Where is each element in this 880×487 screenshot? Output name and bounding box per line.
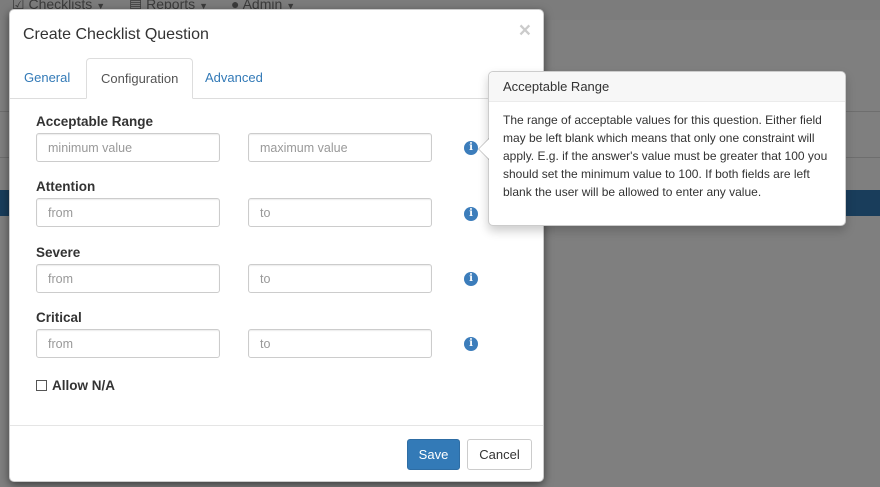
acceptable-range-min-input[interactable] (36, 133, 220, 162)
attention-to-input[interactable] (248, 198, 432, 227)
popover-title: Acceptable Range (489, 72, 845, 102)
modal-footer-divider (10, 425, 543, 426)
allow-na-row[interactable]: Allow N/A (36, 378, 115, 393)
info-icon[interactable]: i (464, 141, 478, 155)
attention-label: Attention (36, 179, 96, 194)
create-question-modal: Create Checklist Question × General Conf… (9, 9, 544, 482)
tab-bar: General Configuration Advanced (10, 58, 543, 99)
info-icon[interactable]: i (464, 337, 478, 351)
info-popover: Acceptable Range The range of acceptable… (478, 71, 846, 226)
attention-from-input[interactable] (36, 198, 220, 227)
close-icon[interactable]: × (519, 20, 531, 41)
popover-content: The range of acceptable values for this … (503, 113, 828, 199)
critical-to-input[interactable] (248, 329, 432, 358)
critical-from-input[interactable] (36, 329, 220, 358)
severe-to-input[interactable] (248, 264, 432, 293)
info-icon[interactable]: i (464, 207, 478, 221)
severe-from-input[interactable] (36, 264, 220, 293)
acceptable-range-label: Acceptable Range (36, 114, 154, 129)
critical-label: Critical (36, 310, 82, 325)
severe-label: Severe (36, 245, 81, 260)
tab-advanced[interactable]: Advanced (191, 58, 277, 98)
modal-header: Create Checklist Question × (10, 10, 543, 54)
save-button[interactable]: Save (407, 439, 460, 470)
allow-na-checkbox[interactable] (36, 380, 47, 391)
tab-configuration[interactable]: Configuration (86, 58, 194, 99)
cancel-button[interactable]: Cancel (467, 439, 532, 470)
modal-title: Create Checklist Question (23, 26, 209, 43)
acceptable-range-max-input[interactable] (248, 133, 432, 162)
info-icon[interactable]: i (464, 272, 478, 286)
tab-general[interactable]: General (10, 58, 84, 98)
allow-na-label: Allow N/A (52, 378, 115, 393)
popover-arrow (478, 138, 489, 160)
